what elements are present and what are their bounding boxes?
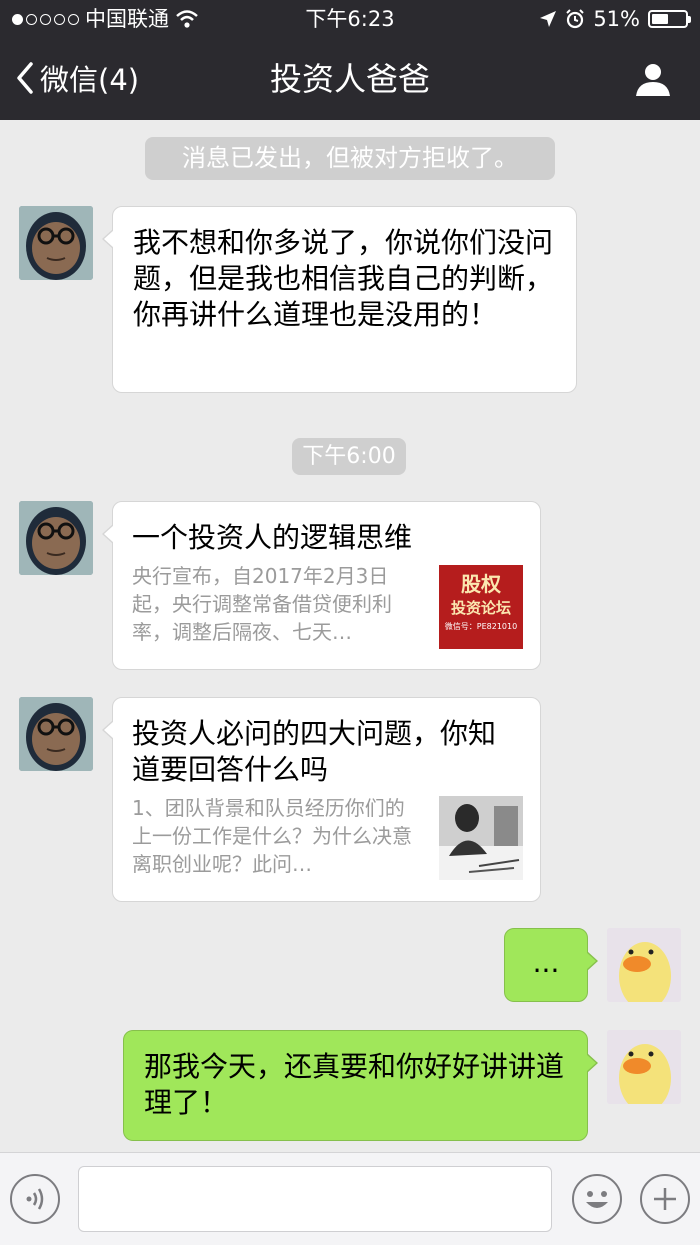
message-text: 那我今天，还真要和你好好讲讲道理了！ xyxy=(144,1050,565,1119)
contact-avatar[interactable] xyxy=(19,206,93,280)
top-bar: 中国联通 下午6:23 51% 微信(4) 投资人爸爸 xyxy=(0,0,700,120)
back-button[interactable]: 微信(4) xyxy=(16,58,139,98)
nav-bar: 微信(4) 投资人爸爸 xyxy=(0,38,700,120)
battery-icon xyxy=(648,10,691,28)
thumbnail-wechat-id: 微信号：PE821010 xyxy=(444,622,518,631)
link-card[interactable]: 投资人必问的四大问题，你知道要回答什么吗 1、团队背景和队员经历你们的上一份工作… xyxy=(102,697,541,902)
more-options-button[interactable] xyxy=(640,1174,690,1224)
status-bar: 中国联通 下午6:23 51% xyxy=(0,0,700,38)
thumbnail-logo-text: 股权 xyxy=(461,572,501,596)
duck-avatar-image xyxy=(607,1030,681,1104)
input-bar xyxy=(0,1152,700,1245)
message-bubble-outgoing[interactable]: 那我今天，还真要和你好好讲讲道理了！ xyxy=(123,1030,598,1141)
battery-percent: 51% xyxy=(593,7,640,31)
alarm-clock-icon xyxy=(566,9,585,29)
message-bubble-outgoing[interactable]: ... xyxy=(504,928,598,1002)
emoji-button[interactable] xyxy=(572,1174,622,1224)
signal-strength-icon xyxy=(12,13,79,25)
avatar-image xyxy=(19,697,93,771)
my-avatar[interactable] xyxy=(607,1030,681,1104)
link-card-description: 央行宣布，自2017年2月3日起，央行调整常备借贷便利利率，调整后隔夜、七天… xyxy=(132,564,392,644)
message-input[interactable] xyxy=(78,1166,552,1232)
message-text: ... xyxy=(532,946,560,979)
battery-fill xyxy=(652,14,668,24)
link-card-description: 1、团队背景和队员经历你们的上一份工作是什么？为什么决意离职创业呢？此问… xyxy=(132,796,412,876)
profile-icon[interactable] xyxy=(634,60,672,98)
link-card-title: 一个投资人的逻辑思维 xyxy=(132,521,413,554)
link-card[interactable]: 一个投资人的逻辑思维 央行宣布，自2017年2月3日起，央行调整常备借贷便利利率… xyxy=(102,501,541,670)
voice-icon xyxy=(26,1188,44,1210)
voice-input-button[interactable] xyxy=(10,1174,60,1224)
message-bubble-incoming[interactable]: 我不想和你多说了，你说你们没问题，但是我也相信我自己的判断，你再讲什么道理也是没… xyxy=(102,206,577,393)
wifi-icon xyxy=(176,10,198,28)
timestamp-label: 下午6:00 xyxy=(292,438,406,475)
link-card-thumbnail xyxy=(439,796,523,880)
avatar-image xyxy=(19,501,93,575)
chat-area[interactable]: 消息已发出，但被对方拒收了。 我不想和你多说了，你说你们没问题，但是我也相信我自… xyxy=(0,120,700,1152)
plus-icon xyxy=(654,1188,676,1210)
duck-avatar-image xyxy=(607,928,681,1002)
link-card-title: 投资人必问的四大问题，你知道要回答什么吗 xyxy=(132,717,497,786)
thumbnail-logo-subtext: 投资论坛 xyxy=(450,599,511,617)
smiley-icon xyxy=(586,1191,608,1208)
system-notice: 消息已发出，但被对方拒收了。 xyxy=(145,137,555,180)
message-text: 我不想和你多说了，你说你们没问题，但是我也相信我自己的判断，你再讲什么道理也是没… xyxy=(133,226,554,331)
link-card-thumbnail: 股权 投资论坛 微信号：PE821010 xyxy=(439,565,523,649)
contact-avatar[interactable] xyxy=(19,697,93,771)
chevron-left-icon xyxy=(17,62,33,94)
contact-avatar[interactable] xyxy=(19,501,93,575)
carrier-label: 中国联通 xyxy=(85,7,169,31)
avatar-image xyxy=(19,206,93,280)
back-label: 微信(4) xyxy=(40,63,140,97)
my-avatar[interactable] xyxy=(607,928,681,1002)
thumbnail-photo xyxy=(439,796,523,880)
location-arrow-icon xyxy=(540,11,557,27)
